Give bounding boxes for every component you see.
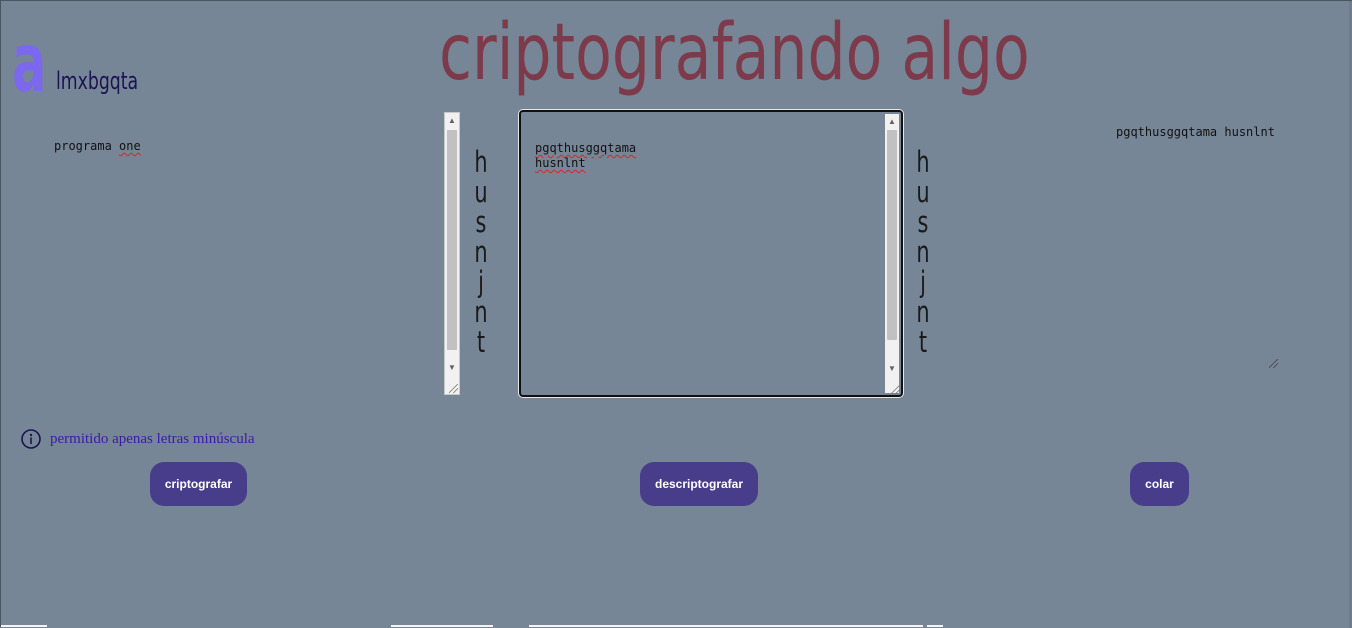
vertical-letter: n (916, 295, 930, 329)
hint-message: permitido apenas letras minúscula (21, 429, 255, 449)
vertical-letter: u (474, 175, 488, 209)
scroll-up-arrow-icon[interactable]: ▲ (445, 113, 459, 129)
vertical-letter: n (916, 235, 930, 269)
center-text: pgqthusggqtama husnlnt (535, 141, 636, 171)
vertical-letter: j (920, 265, 926, 299)
vertical-letter: u (916, 175, 930, 209)
resize-grip-icon[interactable] (891, 385, 900, 394)
hint-text: permitido apenas letras minúscula (50, 430, 255, 447)
input-text: programa one (54, 139, 141, 153)
input-textarea[interactable]: programa one (49, 134, 429, 394)
vertical-word-right: h u s n j n t (916, 147, 930, 357)
output-text: pgqthusggqtama husnlnt (1116, 125, 1275, 139)
vertical-letter: n (474, 235, 488, 269)
vertical-letter: s (475, 205, 487, 239)
scroll-down-arrow-icon[interactable]: ▼ (885, 361, 899, 377)
center-line-2: husnlnt (535, 156, 586, 170)
vertical-letter: t (476, 325, 486, 359)
resize-grip-icon[interactable] (449, 384, 458, 393)
page-title: criptografando algo (439, 8, 1030, 98)
resize-grip-icon[interactable] (1269, 359, 1278, 368)
vertical-word-left: h u s n j n t (474, 147, 488, 357)
input-text-misspelled-word: one (119, 139, 141, 153)
vertical-letter: s (917, 205, 929, 239)
vertical-letter: h (474, 145, 488, 179)
logo-word: lmxbgqta (56, 67, 139, 95)
vertical-letter: t (918, 325, 928, 359)
vertical-letter: n (474, 295, 488, 329)
scroll-up-arrow-icon[interactable]: ▲ (885, 114, 899, 130)
vertical-letter: j (478, 265, 484, 299)
input-text-first-word: programa (54, 139, 112, 153)
narrow-textarea-scrollbar[interactable]: ▲ ▼ (444, 112, 460, 395)
scroll-thumb[interactable] (887, 130, 897, 340)
center-scrollbar[interactable]: ▲ ▼ (885, 114, 899, 393)
decrypt-button[interactable]: descriptografar (640, 462, 758, 506)
logo-mark: a (12, 16, 47, 111)
encrypt-button[interactable]: criptografar (150, 462, 247, 506)
output-textarea[interactable]: pgqthusggqtama husnlnt (1111, 123, 1281, 371)
center-textarea[interactable]: pgqthusggqtama husnlnt ▲ ▼ (519, 110, 903, 397)
vertical-letter: h (916, 145, 930, 179)
logo[interactable]: a lmxbgqta (12, 16, 170, 111)
info-icon (21, 429, 41, 449)
paste-button[interactable]: colar (1130, 462, 1189, 506)
scroll-down-arrow-icon[interactable]: ▼ (445, 360, 459, 376)
scroll-thumb[interactable] (447, 130, 457, 350)
center-line-1: pgqthusggqtama (535, 141, 637, 155)
